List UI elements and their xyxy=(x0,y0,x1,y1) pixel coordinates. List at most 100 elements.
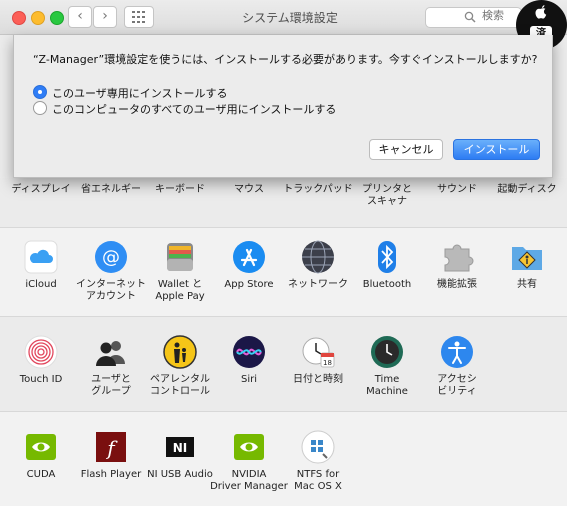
pref-label: ペアレンタル コントロール xyxy=(150,374,210,397)
pref-display[interactable]: ディスプレイ xyxy=(2,184,80,196)
wallet-icon xyxy=(163,240,197,274)
chevron-left-icon: ‹ xyxy=(77,8,83,24)
search-field[interactable] xyxy=(425,7,522,28)
pref-label: Time Machine xyxy=(366,374,408,397)
radio-label: このユーザ専用にインストールする xyxy=(52,87,228,100)
pref-time-machine[interactable]: Time Machine xyxy=(348,335,426,398)
pref-trackpad[interactable]: トラックパッド xyxy=(279,184,357,196)
sharing-folder-icon xyxy=(510,240,544,274)
search-input[interactable] xyxy=(482,9,518,22)
pref-nvidia-driver-manager[interactable]: NVIDIA Driver Manager xyxy=(210,430,288,493)
pref-label: Wallet と Apple Pay xyxy=(155,279,205,302)
radio-selected-icon xyxy=(33,85,47,99)
pref-label: NVIDIA Driver Manager xyxy=(210,469,288,492)
svg-text:NI: NI xyxy=(173,441,188,455)
back-button[interactable]: ‹ xyxy=(68,6,92,28)
pref-label: アクセシ ビリティ xyxy=(437,374,477,397)
title-bar: ‹ › システム環境設定 xyxy=(0,0,567,35)
cancel-button[interactable]: キャンセル xyxy=(369,139,443,160)
pref-touch-id[interactable]: Touch ID xyxy=(2,335,80,386)
svg-text:18: 18 xyxy=(323,359,332,367)
pref-label: キーボード xyxy=(155,184,205,195)
other-pane-row: CUDA f Flash Player NI NI USB Audio NVID… xyxy=(0,412,567,506)
dialog-message: “Z-Manager”環境設定を使うには、インストールする必要があります。今すぐ… xyxy=(33,53,538,66)
at-icon: @ xyxy=(94,240,128,274)
pref-label: NI USB Audio xyxy=(147,469,213,480)
minimize-window-button[interactable] xyxy=(31,11,45,25)
pref-label: 省エネルギー xyxy=(81,184,141,195)
app-store-icon xyxy=(232,240,266,274)
pref-label: Siri xyxy=(240,374,257,385)
pref-sharing[interactable]: 共有 xyxy=(488,240,566,291)
pref-accessibility[interactable]: アクセシ ビリティ xyxy=(418,335,496,398)
pref-label: ネットワーク xyxy=(288,279,348,290)
pref-bluetooth[interactable]: Bluetooth xyxy=(348,240,426,291)
pref-label: 共有 xyxy=(517,279,537,290)
pref-flash-player[interactable]: f Flash Player xyxy=(72,430,150,481)
forward-button[interactable]: › xyxy=(93,6,117,28)
pref-label: Touch ID xyxy=(19,374,63,385)
ni-icon: NI xyxy=(163,430,197,464)
grid-icon xyxy=(132,11,145,23)
users-icon xyxy=(94,335,128,369)
pref-keyboard[interactable]: キーボード xyxy=(141,184,219,196)
radio-unselected-icon xyxy=(33,101,47,115)
pref-app-store[interactable]: App Store xyxy=(210,240,288,291)
flash-icon: f xyxy=(94,430,128,464)
pref-label: ディスプレイ xyxy=(11,184,71,195)
apple-logo-icon xyxy=(535,5,547,19)
pref-energy-saver[interactable]: 省エネルギー xyxy=(72,184,150,196)
pref-label: Flash Player xyxy=(80,469,142,480)
install-dialog: “Z-Manager”環境設定を使うには、インストールする必要があります。今すぐ… xyxy=(13,35,553,178)
pref-label: 日付と時刻 xyxy=(293,374,343,385)
pref-label: マウス xyxy=(234,184,264,195)
hardware-pane-row-1: ディスプレイ 省エネルギー キーボード マウス トラックパッド プリンタと スキ… xyxy=(0,178,567,228)
svg-text:@: @ xyxy=(102,247,120,268)
pref-label: iCloud xyxy=(25,279,57,290)
pref-icloud[interactable]: iCloud xyxy=(2,240,80,291)
pref-mouse[interactable]: マウス xyxy=(210,184,288,196)
nvidia-icon xyxy=(232,430,266,464)
pref-label: ユーザと グループ xyxy=(91,374,131,397)
pref-wallet[interactable]: Wallet と Apple Pay xyxy=(141,240,219,303)
pref-parental-controls[interactable]: ペアレンタル コントロール xyxy=(141,335,219,398)
nvidia-icon xyxy=(24,430,58,464)
install-button[interactable]: インストール xyxy=(453,139,540,160)
pref-extensions[interactable]: 機能拡張 xyxy=(418,240,496,291)
icloud-icon xyxy=(24,240,58,274)
puzzle-icon xyxy=(440,240,474,274)
pref-network[interactable]: ネットワーク xyxy=(279,240,357,291)
pref-date-time[interactable]: 18 日付と時刻 xyxy=(279,335,357,386)
pref-ntfs[interactable]: NTFS for Mac OS X xyxy=(279,430,357,493)
pref-sound[interactable]: サウンド xyxy=(418,184,496,196)
ntfs-icon xyxy=(301,430,335,464)
pref-label: トラックパッド xyxy=(283,184,353,195)
pref-label: 起動ディスク xyxy=(497,184,557,195)
search-icon xyxy=(464,11,476,23)
pref-label: Bluetooth xyxy=(362,279,412,290)
pref-label: インターネット アカウント xyxy=(76,279,146,302)
pref-users-groups[interactable]: ユーザと グループ xyxy=(72,335,150,398)
zoom-window-button[interactable] xyxy=(50,11,64,25)
pref-label: CUDA xyxy=(26,469,56,480)
pref-startup-disk[interactable]: 起動ディスク xyxy=(488,184,566,196)
fingerprint-icon xyxy=(24,335,58,369)
system-pane-row: Touch ID ユーザと グループ ペアレンタル コントロール Siri 18… xyxy=(0,317,567,412)
pref-label: App Store xyxy=(224,279,274,290)
pref-siri[interactable]: Siri xyxy=(210,335,288,386)
pref-label: サウンド xyxy=(437,184,477,195)
time-machine-icon xyxy=(370,335,404,369)
bluetooth-icon xyxy=(370,240,404,274)
clock-calendar-icon: 18 xyxy=(301,335,335,369)
accessibility-icon xyxy=(440,335,474,369)
parental-icon xyxy=(163,335,197,369)
show-all-button[interactable] xyxy=(124,6,154,28)
pref-label: NTFS for Mac OS X xyxy=(294,469,342,492)
pref-printers[interactable]: プリンタと スキャナ xyxy=(348,184,426,208)
pref-ni-usb-audio[interactable]: NI NI USB Audio xyxy=(141,430,219,481)
pref-internet-accounts[interactable]: @ インターネット アカウント xyxy=(72,240,150,303)
network-globe-icon xyxy=(301,240,335,274)
chevron-right-icon: › xyxy=(102,8,108,24)
close-window-button[interactable] xyxy=(12,11,26,25)
pref-cuda[interactable]: CUDA xyxy=(2,430,80,481)
